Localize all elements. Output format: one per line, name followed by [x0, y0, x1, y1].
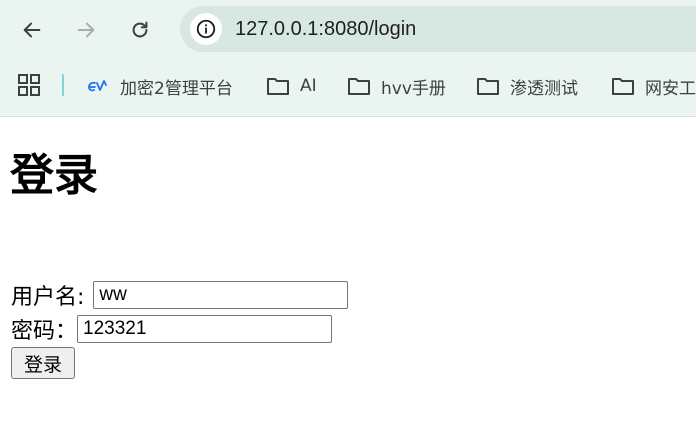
- bookmark-label: 渗透测试: [510, 78, 578, 99]
- login-button[interactable]: 登录: [11, 347, 75, 379]
- password-field[interactable]: [77, 315, 333, 343]
- username-row: 用户名:: [11, 279, 349, 311]
- arrow-left-icon: [23, 22, 41, 38]
- bookmark-folder[interactable]: 网安工: [611, 72, 696, 100]
- folder-icon: [611, 76, 635, 96]
- url-text[interactable]: 127.0.0.1:8080/login: [235, 18, 416, 41]
- page-content: 登录 用户名: 密码： 登录: [0, 117, 696, 429]
- bookmarks-separator: [62, 74, 64, 96]
- folder-icon: [347, 76, 371, 96]
- bookmark-folder[interactable]: hvv手册: [347, 72, 446, 100]
- bookmark-item[interactable]: 加密2管理平台: [86, 72, 233, 100]
- reload-icon: [132, 21, 148, 38]
- back-button[interactable]: [16, 14, 48, 46]
- folder-icon: [266, 76, 290, 96]
- page-title: 登录: [10, 150, 98, 201]
- bookmark-folder[interactable]: 渗透测试: [476, 72, 578, 100]
- forward-button[interactable]: [70, 14, 102, 46]
- info-icon: [196, 19, 216, 39]
- password-row: 密码：: [11, 313, 333, 345]
- site-info-button[interactable]: [190, 13, 222, 45]
- username-field[interactable]: [93, 281, 349, 309]
- bookmark-label: 网安工: [645, 78, 696, 99]
- browser-toolbar: 127.0.0.1:8080/login: [0, 0, 696, 58]
- address-bar[interactable]: 127.0.0.1:8080/login: [180, 6, 696, 52]
- browser-chrome: 127.0.0.1:8080/login 加密2管理平台 AI hvv手册 渗透…: [0, 0, 696, 117]
- bookmark-label: hvv手册: [381, 78, 446, 99]
- username-label: 用户名:: [11, 285, 85, 310]
- bookmark-label: 加密2管理平台: [120, 78, 233, 99]
- folder-icon: [476, 76, 500, 96]
- reload-button[interactable]: [124, 14, 156, 46]
- arrow-right-icon: [77, 22, 95, 38]
- bookmark-label: AI: [300, 76, 317, 96]
- bookmarks-bar: 加密2管理平台 AI hvv手册 渗透测试 网安工: [0, 64, 696, 108]
- apps-button[interactable]: [18, 74, 40, 100]
- password-label: 密码：: [11, 319, 78, 344]
- bookmark-folder[interactable]: AI: [266, 72, 317, 100]
- apps-grid-icon: [18, 74, 40, 96]
- ev-logo-icon: [86, 78, 110, 94]
